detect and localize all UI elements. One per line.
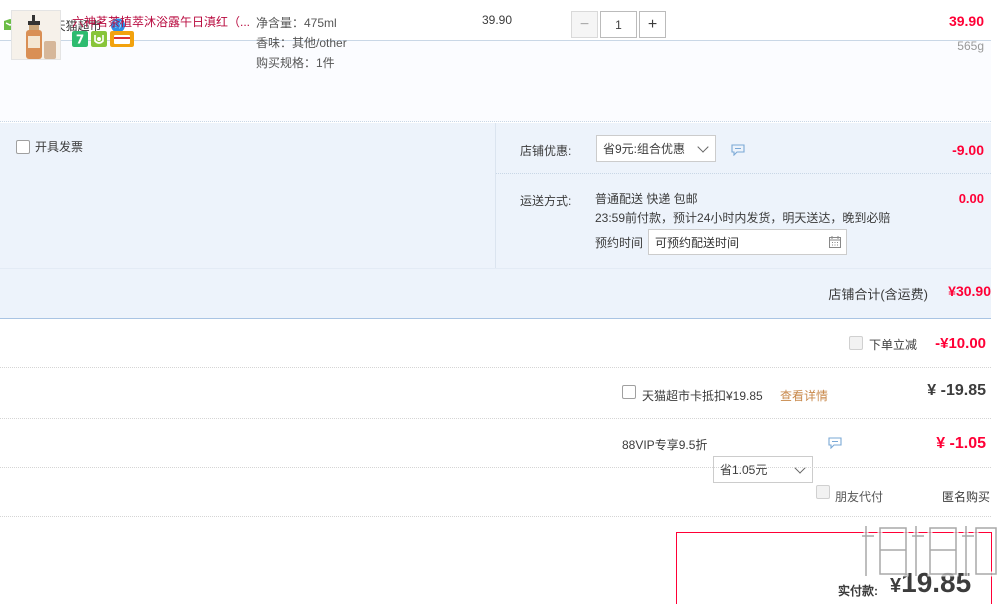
svg-text:7: 7	[76, 33, 84, 47]
item-subtotal: 39.90	[948, 13, 984, 29]
row-divider	[0, 418, 991, 419]
shipping-eta-text: 23:59前付款，预计24小时内发货，明天送达，晚到必赔	[595, 211, 891, 225]
decrease-quantity-button[interactable]: −	[571, 11, 598, 38]
store-discount-select[interactable]: 省9元:组合优惠	[596, 135, 716, 162]
item-weight: 565g	[957, 39, 984, 53]
calendar-icon[interactable]	[829, 236, 841, 248]
instant-discount-checkbox	[849, 336, 863, 350]
card-payment-badge[interactable]	[110, 31, 134, 47]
quantity-input[interactable]: 1	[600, 11, 637, 38]
tmall-card-checkbox[interactable]	[622, 385, 636, 399]
tmall-card-value: ¥ -19.85	[927, 382, 986, 399]
shipping-method-label: 运送方式:	[520, 194, 572, 208]
store-discount-label: 店铺优惠:	[520, 144, 572, 158]
shipping-details: 普通配送 快递 包邮 23:59前付款，预计24小时内发货，明天送达，晚到必赔	[595, 190, 890, 228]
vip-discount-select[interactable]: 省1.05元	[713, 456, 813, 483]
appointment-time-label: 预约时间	[595, 236, 644, 250]
invoice-option[interactable]: 开具发票	[16, 138, 83, 155]
message-icon[interactable]	[828, 437, 842, 449]
appointment-time-input[interactable]: 可预约配送时间	[648, 229, 847, 255]
tmall-card-label: 天猫超市卡抵扣¥19.85	[642, 389, 763, 403]
shipping-method-text: 普通配送 快递 包邮	[595, 192, 698, 206]
chevron-down-icon	[697, 141, 709, 153]
store-discount-selected: 省9元:组合优惠	[603, 142, 686, 156]
store-discount-amount: -9.00	[952, 142, 984, 158]
cart-item-row	[0, 40, 991, 122]
7-day-return-badge[interactable]: 7	[72, 31, 88, 47]
product-title-link[interactable]: 六神茗茶植萃沐浴露午日滇红（...	[72, 13, 250, 30]
attr-scent: 香味：其他/other	[256, 36, 347, 50]
shop-total-value: ¥30.90	[948, 283, 991, 299]
tmall-card-details-link[interactable]: 查看详情	[780, 387, 828, 404]
anonymous-purchase-label: 匿名购买	[942, 490, 991, 504]
friend-pay-checkbox	[816, 485, 830, 499]
invoice-checkbox[interactable]	[16, 139, 30, 154]
chevron-down-icon	[794, 462, 806, 474]
vip-discount-selected: 省1.05元	[720, 463, 768, 477]
row-divider	[0, 367, 991, 368]
quantity-stepper[interactable]: − 1 +	[571, 11, 666, 38]
increase-quantity-button[interactable]: +	[639, 11, 666, 38]
unit-price: 39.90	[482, 13, 513, 27]
attr-spec: 购买规格：1件	[256, 56, 335, 70]
site-watermark-logo	[862, 525, 998, 577]
instant-discount-value: -¥10.00	[935, 335, 986, 352]
friend-pay-label: 朋友代付	[835, 490, 884, 504]
vip-discount-label: 88VIP专享9.5折	[622, 438, 708, 452]
product-attributes: 净含量：475ml 香味：其他/other 购买规格：1件	[256, 13, 347, 73]
invoice-label: 开具发票	[35, 140, 84, 154]
row-divider	[0, 467, 991, 468]
shower-gel-bottle-image	[12, 11, 60, 59]
shop-total-label: 店铺合计(含运费)	[828, 287, 928, 302]
instant-discount-label: 下单立减	[869, 338, 918, 352]
attr-net-content: 净含量：475ml	[256, 16, 337, 30]
appointment-time-placeholder: 可预约配送时间	[655, 235, 740, 250]
service-badges: 7	[72, 31, 134, 47]
shipping-fee: 0.00	[958, 191, 984, 206]
product-thumbnail[interactable]	[11, 10, 61, 60]
divider	[496, 173, 991, 174]
vip-discount-value: ¥ -1.05	[936, 435, 986, 452]
tmall-guarantee-badge[interactable]	[91, 31, 107, 47]
row-divider	[0, 516, 991, 517]
message-icon[interactable]	[731, 144, 745, 156]
